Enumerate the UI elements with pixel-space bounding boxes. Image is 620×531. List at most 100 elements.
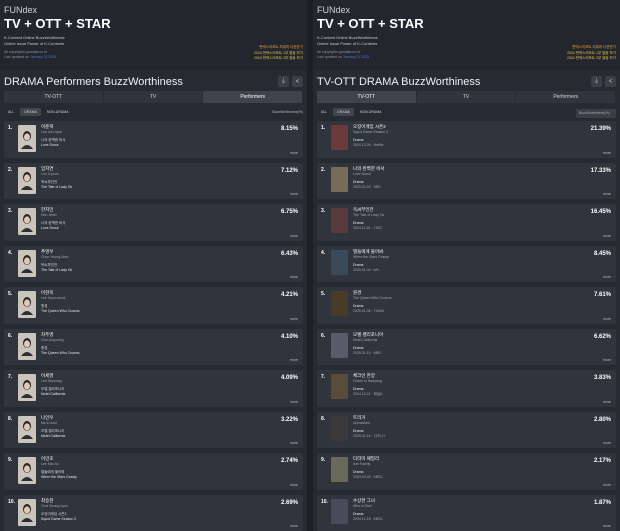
ranking-row[interactable]: 7. 이세영 Lee Seyoung 모텔 캘리포니아 Motel California… — [4, 370, 303, 407]
performer-info: 임지연 Lim Ji-yeon 옥씨부인전 The Tale of Lady Ok — [41, 166, 72, 197]
poster — [331, 166, 348, 192]
tab-performers[interactable]: Performers — [516, 91, 617, 103]
rank-number: 5. — [321, 291, 326, 297]
report-download-link[interactable]: 펀덱스리포트 최대치 다운받기 — [567, 45, 616, 51]
ranking-row[interactable]: 6. 모텔 캘리포니아 Motel California Drama 2025.01.1… — [317, 328, 616, 365]
more-link[interactable]: more — [290, 234, 298, 238]
filter-all[interactable]: ALL — [4, 108, 18, 116]
last-updated-date[interactable]: January 21 2025 — [343, 55, 369, 59]
rank-number: 8. — [321, 415, 326, 422]
more-link[interactable]: more — [603, 317, 611, 321]
ranking-row[interactable]: 10. 최승현 Choi Seung-hyun 오징어게임 시즌2 Squid Game… — [4, 494, 303, 531]
more-link[interactable]: more — [290, 192, 298, 196]
ranking-row[interactable]: 2. 임지연 Lim Ji-yeon 옥씨부인전 The Tale of Lady Ok… — [4, 162, 303, 199]
drama-title-en: Iron Family — [353, 462, 371, 466]
tab-performers[interactable]: Performers — [203, 91, 304, 103]
more-link[interactable]: more — [603, 441, 611, 445]
more-link[interactable]: more — [290, 524, 298, 528]
share-button[interactable]: < — [605, 76, 616, 88]
buzz-percent: 2.17% — [593, 458, 611, 464]
performer-info: 이민호 Lee Min-ho 별들에게 물어봐 When the Stars Goss… — [41, 456, 77, 487]
drama-title-en: Love Scout — [353, 171, 371, 176]
filter-drama[interactable]: DRAMA — [20, 107, 41, 116]
ranking-row[interactable]: 8. 나인우 Na In-woo 모텔 캘리포니아 Motel California 3.… — [4, 411, 303, 448]
ranking-row[interactable]: 2. 나의 완벽한 비서 Love Scout Drama 2025.01.03 · S… — [317, 162, 616, 199]
action-buttons: ⤓ < — [591, 76, 616, 88]
performer-info: 이세영 Lee Seyoung 모텔 캘리포니아 Motel California — [41, 373, 65, 404]
avatar — [18, 457, 36, 484]
ranking-list: 1. 오징어게임 시즌2 Squid Game Season 2 Drama 2024.… — [317, 121, 616, 531]
download-button[interactable]: ⤓ — [591, 76, 602, 88]
share-icon: < — [295, 78, 300, 85]
ranking-row[interactable]: 4. 별들에게 물어봐 When the Stars Gossip Drama 2025… — [317, 245, 616, 282]
ranking-row[interactable]: 7. 체크인 한양 Check In Hanyang Drama 2024.12.21 … — [317, 370, 616, 407]
report-download-link[interactable]: 펀덱스리포트 최대치 다운받기 — [254, 45, 303, 51]
avatar — [18, 249, 36, 277]
more-link[interactable]: more — [290, 151, 298, 155]
more-link[interactable]: more — [603, 275, 611, 279]
ranking-row[interactable]: 3. 옥씨부인전 The Tale of Lady Ok Drama 2024.11.3… — [317, 204, 616, 241]
filter-non-drama[interactable]: NON-DRAMA — [43, 108, 73, 116]
tab-tvott[interactable]: TV-OTT — [4, 91, 104, 103]
section-header: DRAMA Performers BuzzWorthiness ⤓ < — [4, 75, 303, 88]
report-part2-link[interactable]: 2024 펀덱스리포트 2부 열람 보기 — [567, 56, 616, 62]
metric-select[interactable]: BuzzWorthiness(%) — [576, 108, 616, 118]
tab-tv[interactable]: TV — [103, 91, 204, 103]
share-button[interactable]: < — [292, 76, 303, 88]
more-link[interactable]: more — [603, 483, 611, 487]
ranking-row[interactable]: 9. 이민호 Lee Min-ho 별들에게 물어봐 When the Stars Go… — [4, 453, 303, 490]
air-date-channel: 2025.01.04 · tvN — [353, 267, 379, 272]
buzz-percent: 7.61% — [593, 292, 611, 298]
buzz-percent: 6.75% — [280, 209, 298, 215]
last-updated-prefix: Last updated on — [317, 55, 344, 59]
avatar — [18, 166, 36, 194]
tab-tv[interactable]: TV — [416, 91, 517, 103]
download-button[interactable]: ⤓ — [278, 76, 289, 88]
last-updated-date[interactable]: January 21 2025 — [30, 55, 56, 59]
filter-bar: ALL DRAMA NON-DRAMA BuzzWorthiness(%) — [4, 107, 303, 117]
poster — [331, 332, 348, 358]
more-link[interactable]: more — [603, 358, 611, 362]
drama-info: 옥씨부인전 The Tale of Lady Ok Drama 2024.11.30 … — [353, 207, 384, 238]
more-link[interactable]: more — [290, 317, 298, 321]
filter-all[interactable]: ALL — [317, 108, 331, 116]
report-part2-link[interactable]: 2024 펀덱스리포트 2부 열람 보기 — [254, 56, 303, 62]
avatar — [18, 125, 36, 152]
more-link[interactable]: more — [603, 151, 611, 155]
performer-name-en: Cha Jooyoung — [41, 337, 64, 342]
more-link[interactable]: more — [290, 483, 298, 487]
ranking-row[interactable]: 8. 트리거 Unmasked Drama 2025.01.15 · 디즈니+ 2.80%… — [317, 411, 616, 448]
more-link[interactable]: more — [603, 400, 611, 404]
performer-info: 최승현 Choi Seung-hyun 오징어게임 시즌2 Squid Game Se… — [41, 498, 76, 529]
ranking-row[interactable]: 6. 차주영 Cha Jooyoung 원경 The Queen Who Crowns 4… — [4, 328, 303, 365]
ranking-row[interactable]: 1. 오징어게임 시즌2 Squid Game Season 2 Drama 2024.… — [317, 121, 616, 158]
more-link[interactable]: more — [603, 192, 611, 196]
rank-number: 8. — [8, 415, 13, 422]
drama-title-en: Love Scout — [41, 143, 59, 147]
more-link[interactable]: more — [290, 441, 298, 445]
tab-tvott[interactable]: TV-OTT — [317, 91, 417, 103]
drama-title-en: Who is She! — [353, 503, 372, 508]
poster — [331, 374, 348, 399]
ranking-row[interactable]: 5. 원경 The Queen Who Crowns Drama 2025.01.06 … — [317, 287, 616, 324]
air-date-channel: 2024.12.18 · KBS2 — [353, 516, 383, 521]
more-link[interactable]: more — [603, 524, 611, 528]
ranking-row[interactable]: 9. 다리미 패밀리 Iron Family Drama 2024.09.28 · KB… — [317, 453, 616, 490]
more-link[interactable]: more — [290, 400, 298, 404]
last-updated-prefix: Last updated on — [4, 55, 31, 59]
filter-non-drama[interactable]: NON-DRAMA — [356, 108, 386, 116]
more-link[interactable]: more — [290, 358, 298, 362]
air-date-channel: 2025.01.10 · MBC — [353, 350, 382, 355]
ranking-row[interactable]: 3. 한지민 Han Jimin 나의 완벽한 비서 Love Scout 6.75% mo… — [4, 204, 303, 241]
ranking-row[interactable]: 10. 수상한 그녀 Who is She! Drama 2024.12.18 · KB… — [317, 494, 616, 531]
drama-title-en: Squid Game Season 2 — [41, 516, 77, 521]
ranking-row[interactable]: 1. 이준혁 Lee Jun-hyuk 나의 완벽한 비서 Love Scout 8.15… — [4, 121, 303, 158]
air-date-channel: 2024.09.28 · KBS2 — [353, 475, 383, 479]
more-link[interactable]: more — [603, 234, 611, 238]
filter-drama[interactable]: DRAMA — [333, 107, 354, 116]
poster — [331, 457, 348, 482]
more-link[interactable]: more — [290, 275, 298, 279]
ranking-row[interactable]: 5. 이현욱 Lee Hyun-wook 원경 The Queen Who Crowns… — [4, 287, 303, 324]
rank-number: 2. — [8, 166, 13, 173]
ranking-row[interactable]: 4. 추영우 Choo Young-Woo 옥씨부인전 The Tale of Lady… — [4, 245, 303, 282]
